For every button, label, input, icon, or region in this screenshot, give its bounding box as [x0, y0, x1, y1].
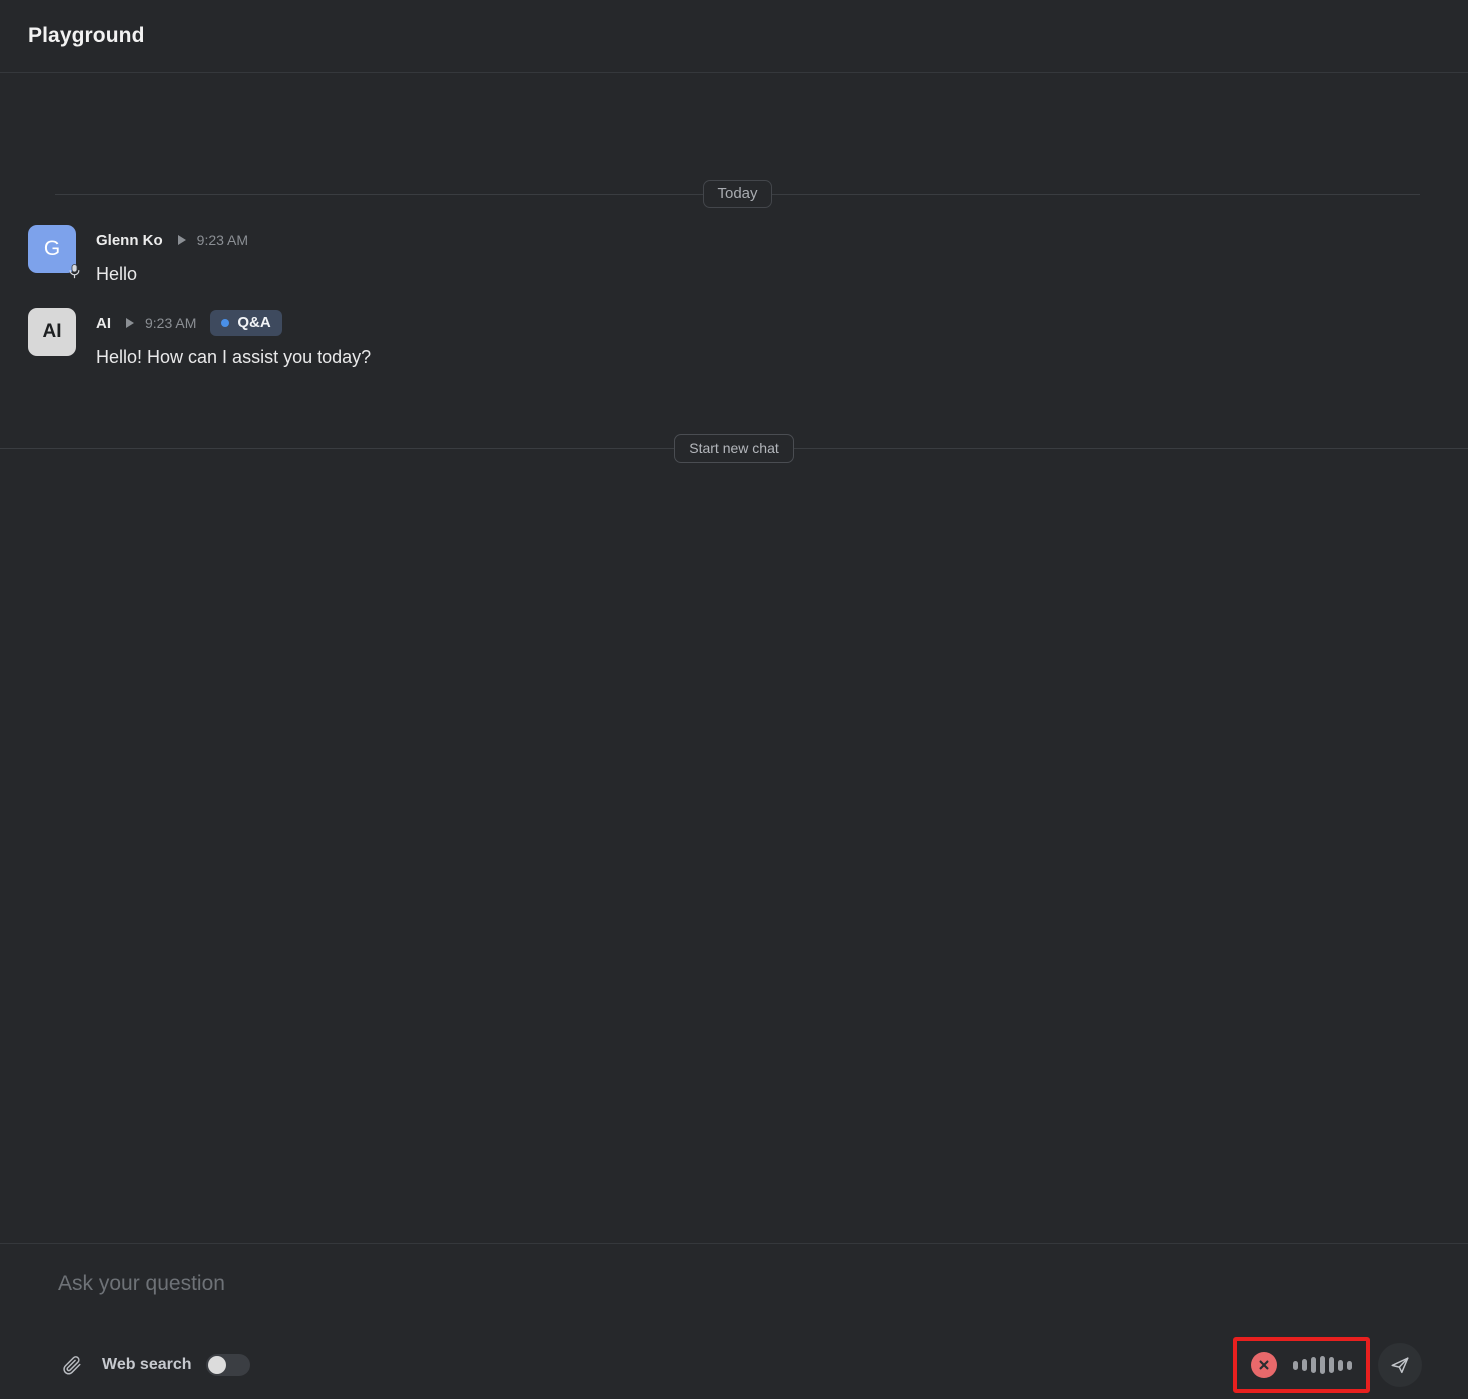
- app-header: Playground: [0, 0, 1468, 73]
- composer-toolbar: Web search: [58, 1337, 1422, 1393]
- message-text: Hello: [96, 264, 138, 284]
- message-item: G Glenn Ko 9:23 AM Hello: [28, 225, 1440, 286]
- composer-actions: [1233, 1337, 1422, 1393]
- message-meta: Glenn Ko 9:23 AM: [96, 227, 1440, 253]
- web-search-toggle[interactable]: [205, 1354, 250, 1376]
- day-divider: Today: [55, 180, 1420, 208]
- message-author: AI: [96, 314, 111, 332]
- audio-waveform-icon: [1293, 1355, 1352, 1375]
- waveform-bar: [1320, 1356, 1325, 1374]
- toggle-knob: [207, 1356, 226, 1374]
- waveform-bar: [1338, 1359, 1343, 1371]
- status-badge-label: Q&A: [237, 314, 271, 332]
- circle-x-icon[interactable]: [1251, 1352, 1277, 1378]
- message-author: Glenn Ko: [96, 231, 163, 249]
- avatar-wrapper: G: [28, 225, 79, 279]
- status-badge[interactable]: Q&A: [210, 310, 282, 337]
- page-title: Playground: [28, 24, 145, 47]
- waveform-bar: [1302, 1359, 1307, 1371]
- paperclip-icon[interactable]: [58, 1351, 86, 1379]
- message-text: Hello! How can I assist you today?: [96, 347, 372, 368]
- avatar[interactable]: AI: [28, 308, 76, 357]
- status-dot-icon: [221, 318, 230, 327]
- send-button[interactable]: [1378, 1343, 1422, 1387]
- voice-recorder: [1245, 1345, 1358, 1385]
- message-list: G Glenn Ko 9:23 AM Hello AI AI 9:23 AM Q…: [0, 225, 1468, 392]
- web-search-label: Web search: [102, 1356, 192, 1373]
- message-item: AI AI 9:23 AM Q&A Hello! How can I assis…: [28, 308, 1440, 369]
- waveform-bar: [1293, 1360, 1298, 1370]
- message-composer: Web search: [0, 1243, 1468, 1399]
- start-new-chat-button[interactable]: Start new chat: [674, 433, 794, 463]
- waveform-bar: [1347, 1360, 1352, 1370]
- message-meta: AI 9:23 AM Q&A: [96, 310, 1440, 337]
- day-divider-label: Today: [703, 180, 772, 208]
- waveform-bar: [1311, 1357, 1316, 1373]
- question-input[interactable]: [58, 1272, 1410, 1296]
- avatar-wrapper: AI: [28, 308, 76, 357]
- chat-transcript: Today G Glenn Ko 9:23 AM Hello AI AI 9:2…: [0, 73, 1468, 1243]
- microphone-icon: [66, 263, 82, 279]
- message-body: AI 9:23 AM Q&A Hello! How can I assist y…: [96, 308, 1440, 369]
- recorder-highlight-box: [1233, 1337, 1370, 1393]
- start-new-chat-divider: Start new chat: [0, 433, 1468, 463]
- chevron-right-icon[interactable]: [177, 234, 187, 246]
- message-timestamp: 9:23 AM: [196, 232, 249, 248]
- message-timestamp: 9:23 AM: [145, 315, 197, 332]
- waveform-bar: [1329, 1357, 1334, 1373]
- chevron-right-icon[interactable]: [125, 317, 135, 329]
- message-body: Glenn Ko 9:23 AM Hello: [96, 225, 1440, 286]
